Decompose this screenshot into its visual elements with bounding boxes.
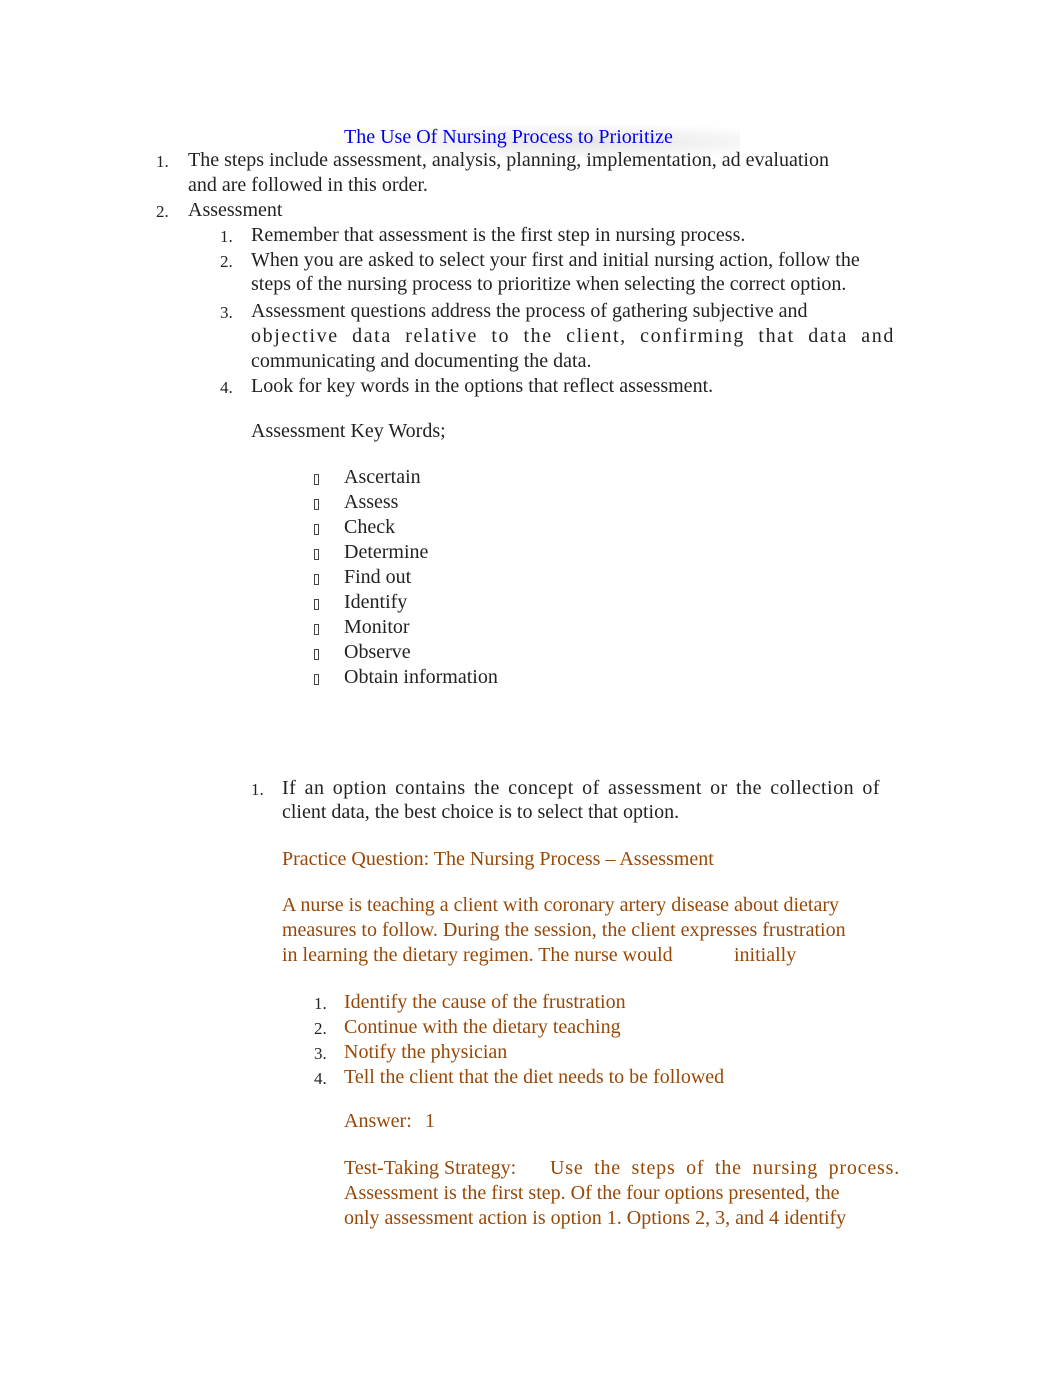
bullet-icon bbox=[314, 599, 319, 610]
option-text: Identify the cause of the frustration bbox=[344, 991, 626, 1013]
tip-text: If an option contains the concept of ass… bbox=[282, 777, 880, 799]
list-item-text: objective data relative to the client, c… bbox=[251, 325, 895, 347]
key-word-text: Assess bbox=[344, 491, 399, 513]
key-word-text: Identify bbox=[344, 591, 408, 613]
tip-text: client data, the best choice is to selec… bbox=[282, 801, 680, 823]
list-item-text: steps of the nursing process to prioriti… bbox=[251, 273, 847, 295]
bullet-icon bbox=[314, 474, 319, 485]
strategy-label: Test-Taking Strategy: bbox=[344, 1157, 517, 1179]
list-item-text: communicating and documenting the data. bbox=[251, 350, 592, 372]
key-word-text: Observe bbox=[344, 641, 411, 663]
list-marker: 2. bbox=[220, 252, 233, 271]
practice-heading: Practice Question: The Nursing Process –… bbox=[282, 848, 714, 870]
list-item-text: Assessment questions address the process… bbox=[251, 300, 808, 322]
answer-label: Answer: bbox=[344, 1110, 412, 1132]
list-marker: 1. bbox=[156, 152, 169, 171]
strategy-text: Use the steps of the nursing process. bbox=[550, 1157, 900, 1179]
bullet-icon bbox=[314, 549, 319, 560]
document-title: The Use Of Nursing Process to Prioritize bbox=[344, 126, 673, 148]
option-marker: 4. bbox=[314, 1069, 327, 1088]
option-text: Tell the client that the diet needs to b… bbox=[344, 1066, 725, 1088]
question-text: in learning the dietary regimen. The nur… bbox=[282, 944, 673, 966]
strategy-text: Assessment is the first step. Of the fou… bbox=[344, 1182, 840, 1204]
list-item-text: Assessment bbox=[188, 199, 283, 221]
key-word-text: Determine bbox=[344, 541, 429, 563]
list-item-text: Look for key words in the options that r… bbox=[251, 375, 714, 397]
option-text: Continue with the dietary teaching bbox=[344, 1016, 621, 1038]
answer-value: 1 bbox=[425, 1110, 435, 1132]
question-text: A nurse is teaching a client with corona… bbox=[282, 894, 840, 916]
list-marker: 2. bbox=[156, 202, 169, 221]
list-marker: 1. bbox=[251, 780, 264, 799]
option-text: Notify the physician bbox=[344, 1041, 508, 1063]
key-word-text: Obtain information bbox=[344, 666, 498, 688]
strategy-text: only assessment action is option 1. Opti… bbox=[344, 1207, 847, 1229]
bullet-icon bbox=[314, 624, 319, 635]
option-marker: 1. bbox=[314, 994, 327, 1013]
list-item-text: The steps include assessment, analysis, … bbox=[188, 149, 829, 171]
list-item-text: When you are asked to select your first … bbox=[251, 249, 860, 271]
key-word-text: Monitor bbox=[344, 616, 410, 638]
key-word-text: Check bbox=[344, 516, 396, 538]
bullet-icon bbox=[314, 524, 319, 535]
bullet-icon bbox=[314, 674, 319, 685]
list-marker: 1. bbox=[220, 227, 233, 246]
option-marker: 3. bbox=[314, 1044, 327, 1063]
list-item-text: and are followed in this order. bbox=[188, 174, 428, 196]
key-words-heading: Assessment Key Words; bbox=[251, 420, 446, 442]
question-text: measures to follow. During the session, … bbox=[282, 919, 846, 941]
key-word-text: Find out bbox=[344, 566, 412, 588]
bullet-icon bbox=[314, 574, 319, 585]
list-item-text: Remember that assessment is the first st… bbox=[251, 224, 746, 246]
option-marker: 2. bbox=[314, 1019, 327, 1038]
list-marker: 3. bbox=[220, 303, 233, 322]
key-word-text: Ascertain bbox=[344, 466, 421, 488]
bullet-icon bbox=[314, 649, 319, 660]
question-text: initially bbox=[734, 944, 797, 966]
bullet-icon bbox=[314, 499, 319, 510]
list-marker: 4. bbox=[220, 378, 233, 397]
